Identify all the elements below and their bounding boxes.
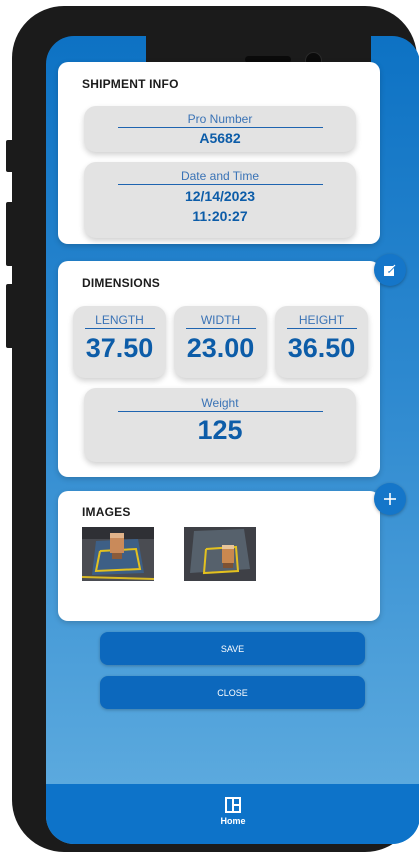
date-value: 12/14/2023 [184,188,256,204]
images-card: IMAGES [58,491,380,621]
dimensions-card: DIMENSIONS LENGTH 37.50 WIDTH 23.00 HEIG… [58,261,380,477]
shipment-info-title: SHIPMENT INFO [82,77,179,91]
pallet-photo-image [184,527,256,581]
weight-divider [117,411,323,412]
images-title: IMAGES [82,505,131,519]
pallet-photo-image [82,527,154,581]
length-value: 37.50 [85,333,154,363]
date-time-label: Date and Time [180,169,260,183]
width-field: WIDTH 23.00 [174,306,267,378]
shipment-info-card: SHIPMENT INFO Pro Number A5682 Date and … [58,62,380,244]
pro-number-value: A5682 [199,130,241,146]
dashboard-icon [225,797,241,813]
length-field: LENGTH 37.50 [73,306,166,378]
pro-number-label: Pro Number [187,112,253,126]
date-time-field: Date and Time 12/14/2023 11:20:27 [84,162,356,238]
length-divider [84,328,155,329]
pro-number-divider [117,127,323,128]
pro-number-field: Pro Number A5682 [84,106,356,152]
plus-icon [384,493,396,505]
shipment-photo-2[interactable] [184,527,256,581]
edit-dimensions-button[interactable] [374,254,406,286]
height-field: HEIGHT 36.50 [275,306,368,378]
phone-frame: SHIPMENT INFO Pro Number A5682 Date and … [12,6,419,852]
close-button[interactable]: CLOSE [100,676,365,709]
app-screen: SHIPMENT INFO Pro Number A5682 Date and … [46,36,419,844]
width-value: 23.00 [186,333,255,363]
nav-home-label: Home [220,816,246,826]
height-divider [286,328,357,329]
length-label: LENGTH [95,313,144,327]
width-label: WIDTH [200,313,241,327]
bottom-navigation: Home [46,784,419,844]
add-image-button[interactable] [374,483,406,515]
time-value: 11:20:27 [192,208,248,224]
weight-label: Weight [201,396,239,410]
save-button[interactable]: SAVE [100,632,365,665]
date-time-divider [117,184,323,185]
weight-field: Weight 125 [84,388,356,462]
edit-icon [384,264,396,276]
width-divider [185,328,256,329]
dimensions-title: DIMENSIONS [82,276,161,290]
height-label: HEIGHT [298,313,345,327]
nav-home-tab[interactable]: Home [206,794,260,834]
shipment-photo-1[interactable] [82,527,154,581]
height-value: 36.50 [287,333,356,363]
weight-value: 125 [197,415,243,445]
